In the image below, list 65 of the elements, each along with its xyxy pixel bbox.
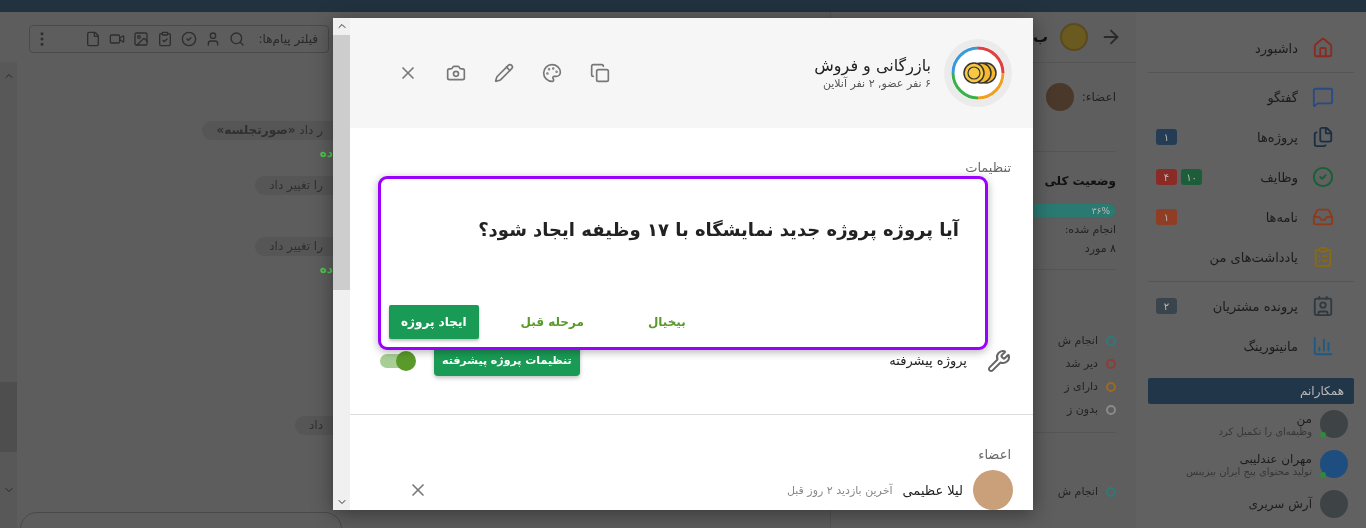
member-count: ۶ نفر عضو, ۲ نفر آنلاین	[822, 77, 931, 90]
dialog-button[interactable]: بیخیال	[635, 305, 698, 339]
palette-icon[interactable]	[542, 63, 562, 83]
colleague-name: من	[1296, 411, 1312, 426]
sidebar-item[interactable]: وظایف ۱۰ ۴	[1148, 157, 1354, 197]
count-badge: ۲	[1156, 298, 1177, 314]
sidebar-item[interactable]: گفتگو	[1148, 77, 1354, 117]
colleague-item[interactable]: آرش سریری	[1148, 484, 1354, 524]
done-label: انجام شده:	[1063, 223, 1116, 236]
sidebar-item[interactable]: نامه‌ها ۱	[1148, 197, 1354, 237]
check-circle-icon[interactable]	[180, 31, 197, 47]
pencil-icon[interactable]	[494, 63, 514, 83]
member-name: لیلا عظیمی	[902, 482, 963, 498]
status-text: ده	[319, 262, 333, 276]
camera-icon[interactable]	[446, 63, 466, 83]
clipboard-icon[interactable]	[156, 31, 173, 47]
count-badge: ۱	[1156, 129, 1177, 145]
colleague-name: آرش سریری	[1248, 497, 1312, 511]
image-icon[interactable]	[132, 31, 149, 47]
status-title: وضعیت کلی	[1043, 174, 1116, 188]
dialog-button[interactable]: مرحله قبل	[508, 305, 596, 339]
count-badge: ۱	[1156, 209, 1177, 225]
sidebar-item[interactable]: داشبورد	[1148, 28, 1354, 68]
scrollbar-thumb[interactable]	[333, 35, 350, 290]
legend-label: دیر شد	[1065, 357, 1098, 370]
legend-label: انجام ش	[1057, 485, 1098, 498]
avatar	[1320, 490, 1348, 518]
project-title: بازرگانی و فروش	[813, 56, 931, 75]
section-header: همکارانم	[1148, 378, 1354, 404]
status-text: ده	[319, 146, 333, 160]
sidebar-item[interactable]: پروژه‌ها ۱	[1148, 117, 1354, 157]
dialog-question: آیا پروژه پروژه جدید نمایشگاه با ۱۷ وظیفه ایجاد شود؟	[477, 219, 959, 240]
toggle-switch[interactable]	[380, 353, 414, 368]
wrench-icon	[987, 348, 1011, 373]
count-badge: ۱۰	[1181, 169, 1202, 185]
sidebar-item[interactable]: یادداشت‌های من	[1148, 237, 1354, 277]
colleague-name: مهران عندلیبی	[1238, 451, 1312, 466]
check-circle-icon	[1312, 166, 1334, 188]
legend-label: انجام ش	[1057, 334, 1098, 347]
chat-icon	[1312, 86, 1334, 108]
copy-icon[interactable]	[590, 63, 610, 83]
avatar	[973, 470, 1013, 510]
contact-card-icon	[1312, 295, 1334, 317]
documents-icon	[1312, 126, 1334, 148]
video-icon[interactable]	[108, 31, 125, 47]
file-icon[interactable]	[84, 31, 101, 47]
section-label: اعضاء	[978, 447, 1011, 462]
avatar	[1045, 83, 1074, 111]
bar-chart-icon	[1312, 335, 1334, 357]
search-icon[interactable]	[228, 31, 245, 47]
sidebar-item[interactable]: مانیتورینگ	[1148, 326, 1354, 366]
create-button[interactable]: ایجاد پروژه	[389, 305, 479, 339]
inbox-icon	[1312, 206, 1334, 228]
count-badge: ۴	[1156, 169, 1177, 185]
clipboard-icon	[1312, 246, 1334, 268]
home-icon	[1312, 37, 1334, 59]
sidebar-item[interactable]: پرونده مشتریان ۲	[1148, 286, 1354, 326]
done-count: ۸ مورد	[1083, 242, 1116, 255]
project-title: ب	[1032, 28, 1048, 46]
members-label: اعضاء:	[1081, 90, 1116, 104]
project-logo	[1060, 23, 1088, 51]
coins-logo	[943, 38, 1013, 108]
setting-label: پروژه پیشرفته	[888, 353, 967, 368]
section-label: تنظیمات	[965, 160, 1011, 175]
last-seen: آخرین بازدید ۲ روز قبل	[785, 483, 893, 497]
